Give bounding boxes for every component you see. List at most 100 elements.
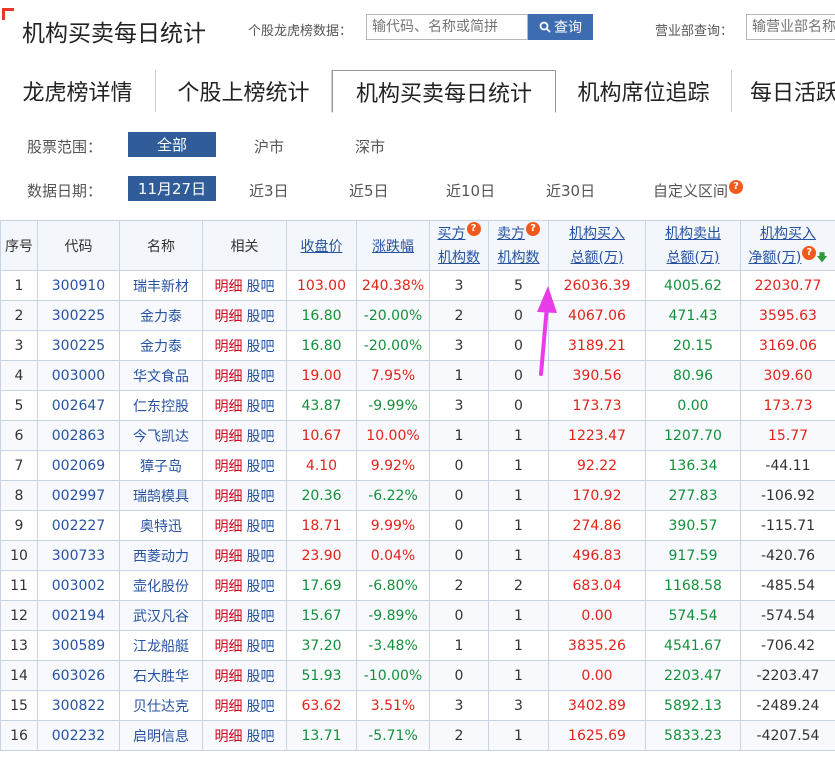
stock-code-link[interactable]: 002863 bbox=[52, 428, 105, 444]
help-icon[interactable]: ? bbox=[526, 221, 540, 236]
scope-option-all[interactable]: 全部 bbox=[128, 132, 216, 157]
stock-name-link[interactable]: 贝仕达克 bbox=[133, 699, 189, 715]
tab-daily-active[interactable]: 每日活跃 bbox=[732, 70, 835, 112]
guba-link[interactable]: 股吧 bbox=[247, 489, 275, 505]
tab-institution-tracking[interactable]: 机构席位追踪 bbox=[556, 70, 732, 112]
guba-link[interactable]: 股吧 bbox=[247, 339, 275, 355]
stock-name-link[interactable]: 獐子岛 bbox=[140, 459, 182, 475]
col-net-amount[interactable]: 机构买入 净额(万)? 🡇 bbox=[740, 220, 835, 271]
stock-name-link[interactable]: 西菱动力 bbox=[133, 549, 189, 565]
detail-link[interactable]: 明细 bbox=[215, 399, 243, 415]
stock-name-link[interactable]: 江龙船艇 bbox=[133, 639, 189, 655]
guba-link[interactable]: 股吧 bbox=[247, 579, 275, 595]
stock-code-link[interactable]: 300225 bbox=[52, 338, 105, 354]
col-close[interactable]: 收盘价 bbox=[286, 220, 357, 271]
col-sell-count-top[interactable]: 卖方 bbox=[497, 226, 525, 242]
col-net-amount-top[interactable]: 机构买入 bbox=[760, 226, 816, 242]
date-option-3d[interactable]: 近3日 bbox=[249, 180, 289, 201]
detail-link[interactable]: 明细 bbox=[215, 429, 243, 445]
date-option-30d[interactable]: 近30日 bbox=[546, 180, 595, 201]
stock-code-link[interactable]: 002997 bbox=[52, 488, 105, 504]
help-icon[interactable]: ? bbox=[802, 245, 817, 260]
detail-link[interactable]: 明细 bbox=[215, 279, 243, 295]
detail-link[interactable]: 明细 bbox=[215, 699, 243, 715]
guba-link[interactable]: 股吧 bbox=[247, 369, 275, 385]
guba-link[interactable]: 股吧 bbox=[247, 549, 275, 565]
detail-link[interactable]: 明细 bbox=[215, 609, 243, 625]
guba-link[interactable]: 股吧 bbox=[247, 279, 275, 295]
col-sell-count-bottom[interactable]: 机构数 bbox=[498, 250, 540, 266]
stock-code-link[interactable]: 603026 bbox=[52, 668, 105, 684]
col-change[interactable]: 涨跌幅 bbox=[356, 220, 430, 271]
stock-code-link[interactable]: 300733 bbox=[52, 548, 105, 564]
guba-link[interactable]: 股吧 bbox=[247, 729, 275, 745]
detail-link[interactable]: 明细 bbox=[215, 309, 243, 325]
help-icon[interactable]: ? bbox=[729, 180, 744, 194]
col-buy-count-bottom[interactable]: 机构数 bbox=[438, 250, 480, 266]
search-button[interactable]: 查询 bbox=[528, 14, 593, 40]
stock-name-link[interactable]: 武汉凡谷 bbox=[133, 609, 189, 625]
stock-code-link[interactable]: 002232 bbox=[52, 728, 105, 744]
sort-desc-icon[interactable]: 🡇 bbox=[816, 246, 827, 270]
guba-link[interactable]: 股吧 bbox=[247, 429, 275, 445]
stock-code-link[interactable]: 002227 bbox=[52, 518, 105, 534]
stock-code-link[interactable]: 300822 bbox=[52, 698, 105, 714]
stock-code-link[interactable]: 003000 bbox=[52, 368, 105, 384]
stock-search-input[interactable] bbox=[366, 14, 528, 40]
dept-search-input[interactable] bbox=[746, 14, 835, 40]
col-sell-amount-top[interactable]: 机构卖出 bbox=[665, 226, 721, 242]
tab-stock-list-stats[interactable]: 个股上榜统计 bbox=[156, 70, 332, 112]
stock-name-link[interactable]: 奥特迅 bbox=[140, 519, 182, 535]
stock-name-link[interactable]: 今飞凯达 bbox=[133, 429, 189, 445]
tab-institution-daily[interactable]: 机构买卖每日统计 bbox=[332, 70, 556, 113]
stock-name-link[interactable]: 华文食品 bbox=[133, 369, 189, 385]
col-sell-amount-bottom[interactable]: 总额(万) bbox=[667, 250, 720, 266]
stock-code-link[interactable]: 003002 bbox=[52, 578, 105, 594]
col-close-label[interactable]: 收盘价 bbox=[301, 239, 343, 255]
col-net-amount-bottom[interactable]: 净额(万) bbox=[748, 250, 801, 266]
stock-name-link[interactable]: 壶化股份 bbox=[133, 579, 189, 595]
guba-link[interactable]: 股吧 bbox=[247, 639, 275, 655]
detail-link[interactable]: 明细 bbox=[215, 729, 243, 745]
date-option-today[interactable]: 11月27日 bbox=[128, 176, 216, 201]
detail-link[interactable]: 明细 bbox=[215, 549, 243, 565]
stock-name-link[interactable]: 瑞丰新材 bbox=[133, 279, 189, 295]
col-change-label[interactable]: 涨跌幅 bbox=[372, 239, 414, 255]
date-option-5d[interactable]: 近5日 bbox=[349, 180, 389, 201]
detail-link[interactable]: 明细 bbox=[215, 669, 243, 685]
detail-link[interactable]: 明细 bbox=[215, 579, 243, 595]
col-buy-count[interactable]: 买方? 机构数 bbox=[429, 220, 489, 271]
help-icon[interactable]: ? bbox=[466, 221, 481, 236]
stock-code-link[interactable]: 002069 bbox=[52, 458, 105, 474]
col-sell-amount[interactable]: 机构卖出 总额(万) bbox=[645, 220, 741, 271]
stock-name-link[interactable]: 金力泰 bbox=[140, 309, 182, 325]
stock-code-link[interactable]: 300589 bbox=[52, 638, 105, 654]
guba-link[interactable]: 股吧 bbox=[247, 609, 275, 625]
guba-link[interactable]: 股吧 bbox=[247, 309, 275, 325]
col-sell-count[interactable]: 卖方? 机构数 bbox=[488, 220, 549, 271]
guba-link[interactable]: 股吧 bbox=[247, 459, 275, 475]
col-buy-count-top[interactable]: 买方 bbox=[438, 226, 466, 242]
detail-link[interactable]: 明细 bbox=[215, 639, 243, 655]
stock-name-link[interactable]: 石大胜华 bbox=[133, 669, 189, 685]
stock-name-link[interactable]: 启明信息 bbox=[133, 729, 189, 745]
detail-link[interactable]: 明细 bbox=[215, 489, 243, 505]
stock-code-link[interactable]: 002194 bbox=[52, 608, 105, 624]
guba-link[interactable]: 股吧 bbox=[247, 519, 275, 535]
tab-lhb-detail[interactable]: 龙虎榜详情 bbox=[0, 70, 156, 112]
stock-name-link[interactable]: 瑞鹄模具 bbox=[133, 489, 189, 505]
date-option-10d[interactable]: 近10日 bbox=[446, 180, 495, 201]
detail-link[interactable]: 明细 bbox=[215, 519, 243, 535]
col-buy-amount[interactable]: 机构买入 总额(万) bbox=[548, 220, 646, 271]
scope-option-sh[interactable]: 沪市 bbox=[254, 136, 284, 157]
detail-link[interactable]: 明细 bbox=[215, 369, 243, 385]
col-buy-amount-top[interactable]: 机构买入 bbox=[569, 226, 625, 242]
detail-link[interactable]: 明细 bbox=[215, 339, 243, 355]
stock-code-link[interactable]: 300225 bbox=[52, 308, 105, 324]
scope-option-sz[interactable]: 深市 bbox=[355, 136, 385, 157]
detail-link[interactable]: 明细 bbox=[215, 459, 243, 475]
guba-link[interactable]: 股吧 bbox=[247, 399, 275, 415]
guba-link[interactable]: 股吧 bbox=[247, 699, 275, 715]
guba-link[interactable]: 股吧 bbox=[247, 669, 275, 685]
stock-code-link[interactable]: 002647 bbox=[52, 398, 105, 414]
